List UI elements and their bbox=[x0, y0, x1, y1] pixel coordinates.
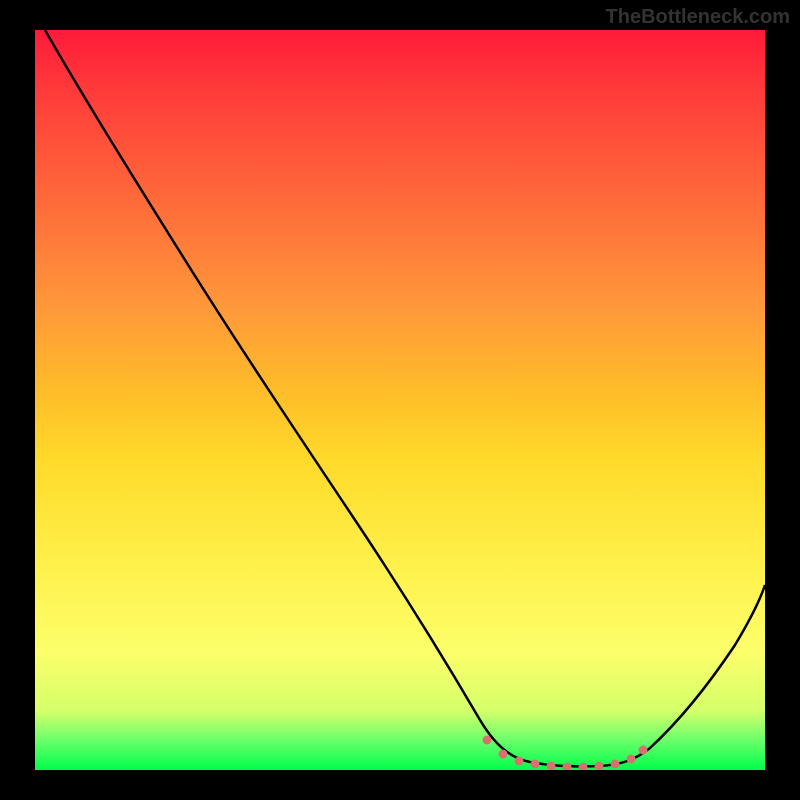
marker-dot bbox=[639, 746, 648, 755]
marker-dot bbox=[579, 763, 588, 771]
marker-dot bbox=[595, 762, 604, 771]
marker-dot bbox=[563, 763, 572, 771]
bottleneck-curve bbox=[45, 30, 765, 766]
marker-dot bbox=[515, 757, 524, 766]
plot-area bbox=[35, 30, 765, 770]
marker-dot bbox=[547, 762, 556, 771]
curve-svg bbox=[35, 30, 765, 770]
marker-dot bbox=[499, 750, 508, 759]
watermark-text: TheBottleneck.com bbox=[606, 6, 790, 29]
marker-dot bbox=[531, 760, 540, 769]
marker-dot bbox=[611, 760, 620, 769]
chart-container: TheBottleneck.com bbox=[0, 0, 800, 800]
marker-dot bbox=[627, 755, 636, 764]
marker-dot bbox=[483, 736, 492, 745]
optimal-range-markers bbox=[483, 736, 648, 771]
